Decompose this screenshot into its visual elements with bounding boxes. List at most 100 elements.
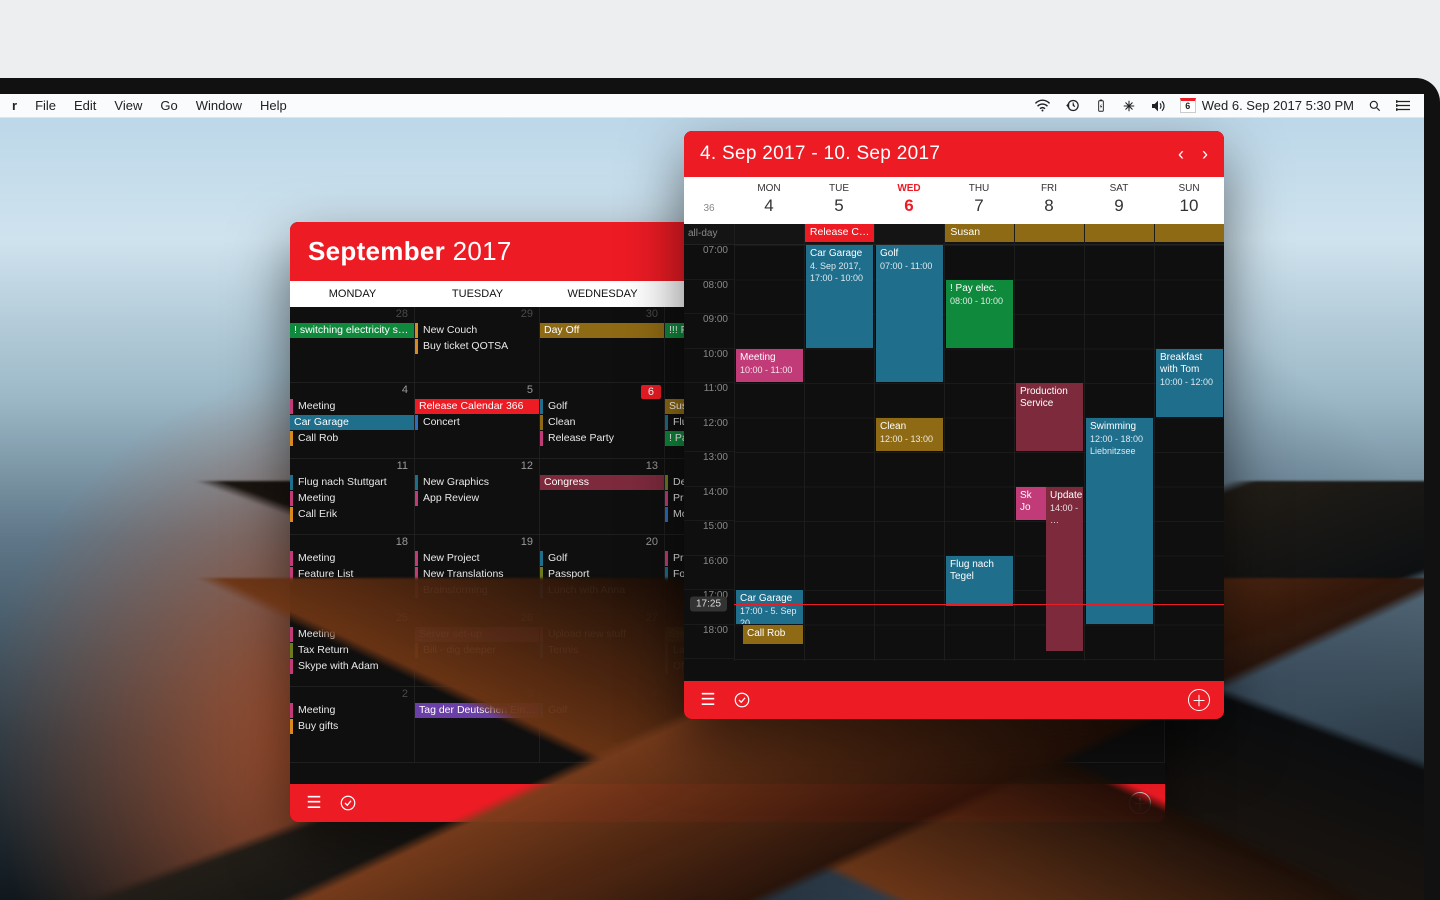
month-event[interactable]: New Translations bbox=[415, 567, 539, 582]
month-event[interactable]: Meeting bbox=[290, 627, 414, 642]
week-day-column[interactable]: Meeting10:00 - 11:00 Car Garage17:00 - 5.… bbox=[734, 245, 804, 661]
month-event[interactable]: Passport bbox=[540, 567, 664, 582]
week-event[interactable]: Call Rob bbox=[743, 625, 803, 645]
allday-cell[interactable] bbox=[1084, 224, 1154, 244]
month-event[interactable]: Skype with Adam bbox=[290, 659, 414, 674]
list-view-icon[interactable]: ☰ bbox=[698, 690, 718, 710]
menu-file[interactable]: File bbox=[35, 98, 56, 113]
week-day-column[interactable]: Swimming12:00 - 18:00 Liebnitzsee bbox=[1084, 245, 1154, 661]
prev-week-button[interactable]: ‹ bbox=[1178, 144, 1184, 165]
month-event[interactable]: New Couch bbox=[415, 323, 539, 338]
week-event[interactable]: ! Pay elec.08:00 - 10:00 bbox=[946, 280, 1013, 348]
month-day-cell[interactable]: 2MeetingBuy gifts bbox=[290, 687, 415, 763]
month-day-cell[interactable]: 30Day Off bbox=[540, 307, 665, 383]
week-day-column[interactable]: Breakfast with Tom10:00 - 12:00 bbox=[1154, 245, 1224, 661]
week-event[interactable]: Flug nach Tegel bbox=[946, 556, 1013, 607]
month-event[interactable]: Concert bbox=[415, 415, 539, 430]
allday-cell[interactable] bbox=[734, 224, 804, 244]
month-event[interactable]: Meeting bbox=[290, 491, 414, 506]
menu-view[interactable]: View bbox=[114, 98, 142, 113]
month-event[interactable]: Congress bbox=[540, 475, 664, 490]
month-event[interactable]: Meeting bbox=[290, 399, 414, 414]
month-day-cell[interactable]: 3Tag der Deutschen Einh… bbox=[415, 687, 540, 763]
allday-cell[interactable] bbox=[1014, 224, 1084, 244]
volume-icon[interactable] bbox=[1150, 99, 1166, 113]
week-event[interactable]: Sk Jo bbox=[1016, 487, 1046, 521]
month-event[interactable]: New Graphics bbox=[415, 475, 539, 490]
month-event[interactable]: Golf bbox=[540, 399, 664, 414]
month-day-cell[interactable]: 11Flug nach StuttgartMeetingCall Erik bbox=[290, 459, 415, 535]
month-event[interactable]: Tax Return bbox=[290, 643, 414, 658]
week-event[interactable]: Update14:00 - … bbox=[1046, 487, 1083, 652]
week-event[interactable]: Meeting10:00 - 11:00 bbox=[736, 349, 803, 383]
month-event[interactable]: ! switching electricity su… bbox=[290, 323, 414, 338]
month-day-cell[interactable]: 28! switching electricity su… bbox=[290, 307, 415, 383]
month-event[interactable]: Tag der Deutschen Einh… bbox=[415, 703, 539, 718]
week-event[interactable]: Swimming12:00 - 18:00 Liebnitzsee bbox=[1086, 418, 1153, 624]
month-event[interactable]: Brainstorming bbox=[415, 583, 539, 598]
month-day-cell[interactable]: 12New GraphicsApp Review bbox=[415, 459, 540, 535]
battery-icon[interactable] bbox=[1094, 99, 1108, 113]
month-day-cell[interactable]: 4MeetingCar GarageCall Rob bbox=[290, 383, 415, 459]
month-event[interactable]: Call Erik bbox=[290, 507, 414, 522]
month-event[interactable]: Release Party bbox=[540, 431, 664, 446]
allday-cell[interactable] bbox=[1154, 224, 1224, 244]
week-event[interactable]: Car Garage17:00 - 5. Sep 20… bbox=[736, 590, 803, 624]
month-event[interactable]: Buy ticket QOTSA bbox=[415, 339, 539, 354]
month-event[interactable]: Flug nach Stuttgart bbox=[290, 475, 414, 490]
month-day-cell[interactable]: 13Congress bbox=[540, 459, 665, 535]
month-event[interactable]: App Review bbox=[415, 491, 539, 506]
month-day-cell[interactable]: 6GolfCleanRelease Party bbox=[540, 383, 665, 459]
month-event[interactable]: Car Garage bbox=[290, 415, 414, 430]
menu-go[interactable]: Go bbox=[160, 98, 177, 113]
month-event[interactable]: Golf bbox=[540, 551, 664, 566]
add-event-button[interactable]: ＋ bbox=[1129, 792, 1151, 814]
month-event[interactable]: Call Rob bbox=[290, 431, 414, 446]
menu-window[interactable]: Window bbox=[196, 98, 242, 113]
month-event[interactable]: Meeting bbox=[290, 703, 414, 718]
next-week-button[interactable]: › bbox=[1202, 144, 1208, 165]
week-day-header[interactable]: TUE5 bbox=[804, 183, 874, 216]
wifi-icon[interactable] bbox=[1034, 99, 1051, 112]
month-event[interactable]: Golf bbox=[540, 703, 664, 718]
week-event[interactable]: Car Garage4. Sep 2017, 17:00 - 10:00 bbox=[806, 245, 873, 348]
week-event[interactable]: Production Service bbox=[1016, 383, 1083, 451]
month-event[interactable]: New Project bbox=[415, 551, 539, 566]
week-day-header[interactable]: FRI8 bbox=[1014, 183, 1084, 216]
spotlight-icon[interactable] bbox=[1368, 99, 1382, 113]
week-day-header[interactable]: THU7 bbox=[944, 183, 1014, 216]
month-day-cell[interactable]: 19New ProjectNew TranslationsBrainstormi… bbox=[415, 535, 540, 611]
month-day-cell[interactable]: 5Release Calendar 366Concert bbox=[415, 383, 540, 459]
allday-cell[interactable]: Release C… bbox=[804, 224, 875, 244]
month-event[interactable]: Meeting bbox=[290, 551, 414, 566]
month-day-cell[interactable]: 20GolfPassportLunch with Anna bbox=[540, 535, 665, 611]
allday-cell[interactable]: Susan bbox=[944, 224, 1014, 244]
week-day-header[interactable]: SAT9 bbox=[1084, 183, 1154, 216]
month-day-cell[interactable]: 4Golf bbox=[540, 687, 665, 763]
month-event[interactable]: Release Calendar 366 bbox=[415, 399, 539, 414]
month-event[interactable]: Bill - dig deeper bbox=[415, 643, 539, 658]
allday-event[interactable]: Release C… bbox=[805, 224, 875, 242]
month-day-cell[interactable]: 27Upload new stuffTennis bbox=[540, 611, 665, 687]
menu-edit[interactable]: Edit bbox=[74, 98, 96, 113]
tasks-icon[interactable] bbox=[338, 793, 358, 813]
add-event-button[interactable]: ＋ bbox=[1188, 689, 1210, 711]
week-event[interactable]: Breakfast with Tom10:00 - 12:00 bbox=[1156, 349, 1223, 417]
month-event[interactable]: Lunch with Anna bbox=[540, 583, 664, 598]
week-event[interactable]: Clean12:00 - 13:00 bbox=[876, 418, 943, 452]
month-event[interactable]: Upload new stuff bbox=[540, 627, 664, 642]
month-day-cell[interactable]: 26Server set-upBill - dig deeper bbox=[415, 611, 540, 687]
list-view-icon[interactable]: ☰ bbox=[304, 793, 324, 813]
month-event[interactable]: Day Off bbox=[540, 323, 664, 338]
week-day-column[interactable]: Golf07:00 - 11:00 Clean12:00 - 13:00 bbox=[874, 245, 944, 661]
month-day-cell[interactable]: 18MeetingFeature List bbox=[290, 535, 415, 611]
week-day-header[interactable]: SUN10 bbox=[1154, 183, 1224, 216]
menu-help[interactable]: Help bbox=[260, 98, 287, 113]
month-event[interactable]: Server set-up bbox=[415, 627, 539, 642]
time-machine-icon[interactable] bbox=[1065, 98, 1080, 113]
notification-center-icon[interactable] bbox=[1396, 99, 1412, 112]
allday-cell[interactable] bbox=[874, 224, 944, 244]
menubar-calendar-widget[interactable]: 6 Wed 6. Sep 2017 5:30 PM bbox=[1180, 98, 1354, 113]
week-event[interactable]: Golf07:00 - 11:00 bbox=[876, 245, 943, 382]
month-event[interactable]: Buy gifts bbox=[290, 719, 414, 734]
